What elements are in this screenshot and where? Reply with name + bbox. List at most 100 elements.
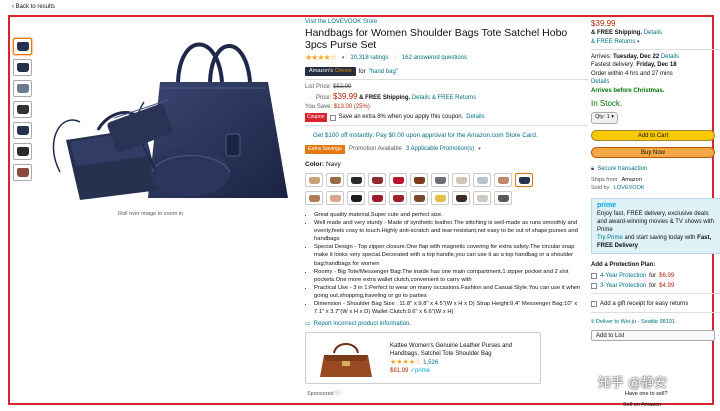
thumbnail[interactable] bbox=[13, 122, 32, 139]
extra-savings-badge: Extra Savings bbox=[305, 144, 345, 155]
color-swatch[interactable] bbox=[368, 173, 386, 187]
color-swatch[interactable] bbox=[452, 191, 470, 205]
color-swatch[interactable] bbox=[389, 173, 407, 187]
color-swatch[interactable] bbox=[494, 173, 512, 187]
zoom-hint: Roll over image to zoom in bbox=[118, 211, 184, 217]
quantity-select[interactable]: Qty: 1 ▾ bbox=[591, 112, 618, 124]
color-swatch[interactable] bbox=[305, 191, 323, 205]
color-swatch[interactable] bbox=[305, 173, 323, 187]
store-card-promo[interactable]: Get $100 off instantly: Pay $0.00 upon a… bbox=[313, 132, 588, 141]
gift-receipt: Add a gift receipt for easy returns bbox=[591, 300, 720, 308]
thumbnail[interactable] bbox=[13, 59, 32, 76]
ad-text: Kattee Women's Genuine Leather Purses an… bbox=[390, 342, 535, 375]
extra-savings-row: Extra Savings Promotion Available 3 Appl… bbox=[305, 144, 588, 155]
add-to-cart-button[interactable]: Add to Cart bbox=[591, 129, 715, 141]
feature-bullet: Dimension - Shoulder Bag Size : 11.8" x … bbox=[314, 300, 588, 316]
thumbnail[interactable] bbox=[13, 38, 32, 55]
price-block: List Price: $52.99 Price: $39.99 & FREE … bbox=[305, 83, 588, 123]
feature-bullet: Great quality material,Super cute and pe… bbox=[314, 211, 588, 219]
color-swatch[interactable] bbox=[347, 191, 365, 205]
color-swatch[interactable] bbox=[431, 173, 449, 187]
free-returns-link[interactable]: & FREE Returns bbox=[432, 95, 476, 101]
ad-title[interactable]: Kattee Women's Genuine Leather Purses an… bbox=[390, 342, 535, 358]
plan-4yr-checkbox[interactable] bbox=[591, 272, 597, 279]
add-to-list-button[interactable]: Add to List bbox=[591, 330, 715, 342]
feature-bullet: Roomy - Big Tote/Messenger Bag:The insid… bbox=[314, 268, 588, 284]
store-link[interactable]: Visit the LOVEVOOK Store bbox=[305, 19, 377, 25]
plan-3yr-link[interactable]: 3-Year Protection bbox=[600, 282, 646, 290]
main-product-image[interactable] bbox=[40, 22, 302, 210]
back-to-results-link[interactable]: ‹ Back to results bbox=[12, 4, 55, 10]
gift-receipt-checkbox[interactable] bbox=[591, 301, 597, 308]
color-swatch[interactable] bbox=[473, 173, 491, 187]
chevron-down-icon[interactable]: ▾ bbox=[478, 146, 481, 153]
coupon-row: Coupon Save an extra 8% when you apply t… bbox=[305, 113, 485, 123]
fastest-details-link[interactable]: Details bbox=[591, 79, 609, 85]
thumbnail[interactable] bbox=[13, 80, 32, 97]
protection-plan: Add a Protection Plan: 4-Year Protection… bbox=[591, 262, 675, 290]
color-swatch[interactable] bbox=[515, 173, 533, 187]
choice-term-link[interactable]: "hand bag" bbox=[369, 68, 398, 76]
color-selector: Color: Navy bbox=[305, 161, 341, 169]
applicable-promotions-link[interactable]: 3 Applicable Promotion(s) bbox=[406, 145, 474, 153]
coupon-details-link[interactable]: Details bbox=[466, 113, 484, 122]
sponsored-ad[interactable]: Kattee Women's Genuine Leather Purses an… bbox=[305, 332, 541, 384]
product-details: Visit the LOVEVOOK Store Handbags for Wo… bbox=[305, 18, 588, 328]
feature-bullet: Practical Use - 3 in 1:Perfect to wear o… bbox=[314, 284, 588, 300]
report-link[interactable]: ▭ Report incorrect product information. bbox=[305, 320, 588, 328]
chevron-down-icon[interactable]: ▾ bbox=[637, 39, 640, 45]
try-prime-link[interactable]: Try Prime bbox=[597, 235, 623, 241]
answered-questions-link[interactable]: 162 answered questions bbox=[402, 54, 467, 62]
plan-4yr-link[interactable]: 4-Year Protection bbox=[600, 272, 646, 280]
info-icon[interactable]: ⓘ bbox=[335, 391, 341, 397]
lock-icon: 🔒︎ bbox=[591, 165, 595, 172]
star-rating-icon: ★★★★☆ bbox=[390, 359, 422, 366]
prime-icon: ✓prime bbox=[410, 368, 431, 374]
feature-bullets: Great quality material,Super cute and pe… bbox=[305, 211, 588, 316]
coupon-checkbox[interactable] bbox=[329, 114, 336, 121]
buybox-details-link[interactable]: Details bbox=[644, 30, 662, 36]
price: $39.99 bbox=[333, 92, 358, 102]
ratings-link[interactable]: 10,318 ratings bbox=[350, 54, 388, 62]
list-price: $52.99 bbox=[333, 84, 352, 91]
chevron-down-icon: ▾ bbox=[611, 114, 614, 121]
color-swatch[interactable] bbox=[347, 173, 365, 187]
color-swatch[interactable] bbox=[473, 191, 491, 205]
thumbnail-strip bbox=[13, 38, 33, 185]
color-swatch[interactable] bbox=[368, 191, 386, 205]
prime-promo: prime Enjoy fast, FREE delivery, exclusi… bbox=[591, 198, 720, 255]
thumbnail[interactable] bbox=[13, 143, 32, 160]
prime-logo: prime bbox=[597, 202, 617, 210]
color-swatch[interactable] bbox=[410, 191, 428, 205]
color-swatch[interactable] bbox=[452, 173, 470, 187]
have-one-to-sell: Have one to sell? bbox=[625, 391, 668, 397]
amazons-choice-badge: Amazon's Choice bbox=[305, 66, 356, 77]
buy-now-button[interactable]: Buy Now bbox=[591, 146, 715, 158]
color-swatch[interactable] bbox=[431, 191, 449, 205]
shipping-details-link[interactable]: Details bbox=[412, 95, 430, 101]
secure-transaction[interactable]: 🔒︎ Secure transaction bbox=[591, 165, 720, 173]
feature-bullet: Well made and very sturdy - Made of synt… bbox=[314, 219, 588, 243]
seller-link[interactable]: LOVEVOOK bbox=[614, 185, 645, 191]
sell-on-amazon-link[interactable]: Sell on Amazon bbox=[623, 402, 661, 408]
plan-3yr-checkbox[interactable] bbox=[591, 283, 597, 290]
color-swatch[interactable] bbox=[326, 191, 344, 205]
stock-status: In Stock. bbox=[591, 98, 623, 108]
star-rating-icon[interactable]: ★★★★☆ bbox=[305, 53, 337, 64]
buybox-free-returns-link[interactable]: & FREE Returns bbox=[591, 39, 635, 45]
thumbnail[interactable] bbox=[13, 164, 32, 181]
color-swatch[interactable] bbox=[410, 173, 428, 187]
color-swatch[interactable] bbox=[326, 173, 344, 187]
watermark: 知乎 @静安 bbox=[598, 376, 668, 391]
color-swatch[interactable] bbox=[494, 191, 512, 205]
color-swatches bbox=[305, 173, 588, 205]
order-within: Order within 4 hrs and 27 mins bbox=[591, 70, 673, 77]
chevron-down-icon[interactable]: ▾ bbox=[342, 55, 345, 62]
thumbnail[interactable] bbox=[13, 101, 32, 118]
ad-product-image[interactable] bbox=[316, 339, 376, 381]
deliver-to[interactable]: ⌾ Deliver to Wei-ju - Seattle 98101 bbox=[591, 319, 720, 327]
buy-box: $39.99 & FREE Shipping. Details & FREE R… bbox=[591, 18, 720, 342]
sponsored-label: Sponsored ⓘ bbox=[307, 391, 341, 397]
color-swatch[interactable] bbox=[389, 191, 407, 205]
arrival-details-link[interactable]: Details bbox=[661, 54, 679, 60]
